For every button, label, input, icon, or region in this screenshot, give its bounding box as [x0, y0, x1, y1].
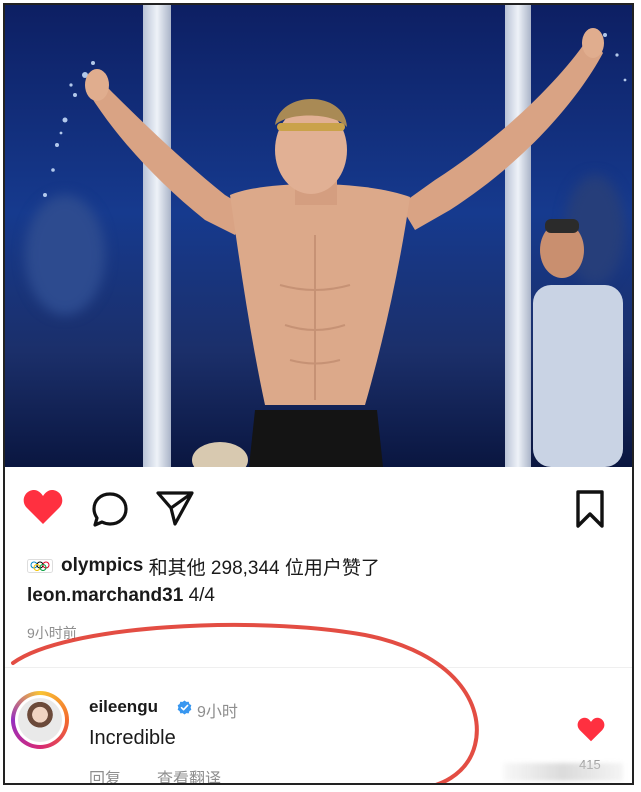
- verified-badge-icon: [177, 700, 192, 715]
- heart-filled-icon[interactable]: [23, 489, 63, 525]
- avatar-inner: [15, 695, 65, 745]
- caption-text: 4/4: [188, 585, 215, 606]
- likes-count-text: 和其他 298,344 位用户赞了: [148, 557, 380, 579]
- post-photo[interactable]: [5, 5, 632, 467]
- commenter-avatar[interactable]: [11, 691, 69, 749]
- olympic-rings-icon: [27, 559, 53, 573]
- divider: [5, 667, 632, 668]
- comment-timestamp: 9小时: [197, 704, 238, 721]
- see-translation-button[interactable]: 查看翻译: [157, 765, 221, 783]
- swimmer-figure: [43, 28, 627, 467]
- watermark: [503, 763, 623, 781]
- send-icon[interactable]: [155, 489, 195, 527]
- comment-text: Incredible: [89, 727, 176, 749]
- likes-summary[interactable]: olympics 和其他 298,344 位用户赞了: [27, 553, 380, 579]
- liker-username[interactable]: olympics: [61, 555, 143, 577]
- post-author-username[interactable]: leon.marchand31: [27, 585, 183, 606]
- bookmark-icon[interactable]: [573, 489, 607, 529]
- comment-username[interactable]: eileengu: [89, 697, 158, 717]
- comment-icon[interactable]: [91, 491, 129, 527]
- instagram-post-screenshot: olympics 和其他 298,344 位用户赞了 leon.marchand…: [3, 3, 634, 785]
- avatar-image: [18, 698, 62, 742]
- comment-like-heart-icon[interactable]: [577, 717, 605, 742]
- reply-button[interactable]: 回复: [89, 765, 121, 783]
- post-action-bar: [5, 467, 632, 547]
- post-timestamp: 9小时前: [27, 625, 77, 641]
- post-caption: leon.marchand31 4/4: [27, 585, 215, 607]
